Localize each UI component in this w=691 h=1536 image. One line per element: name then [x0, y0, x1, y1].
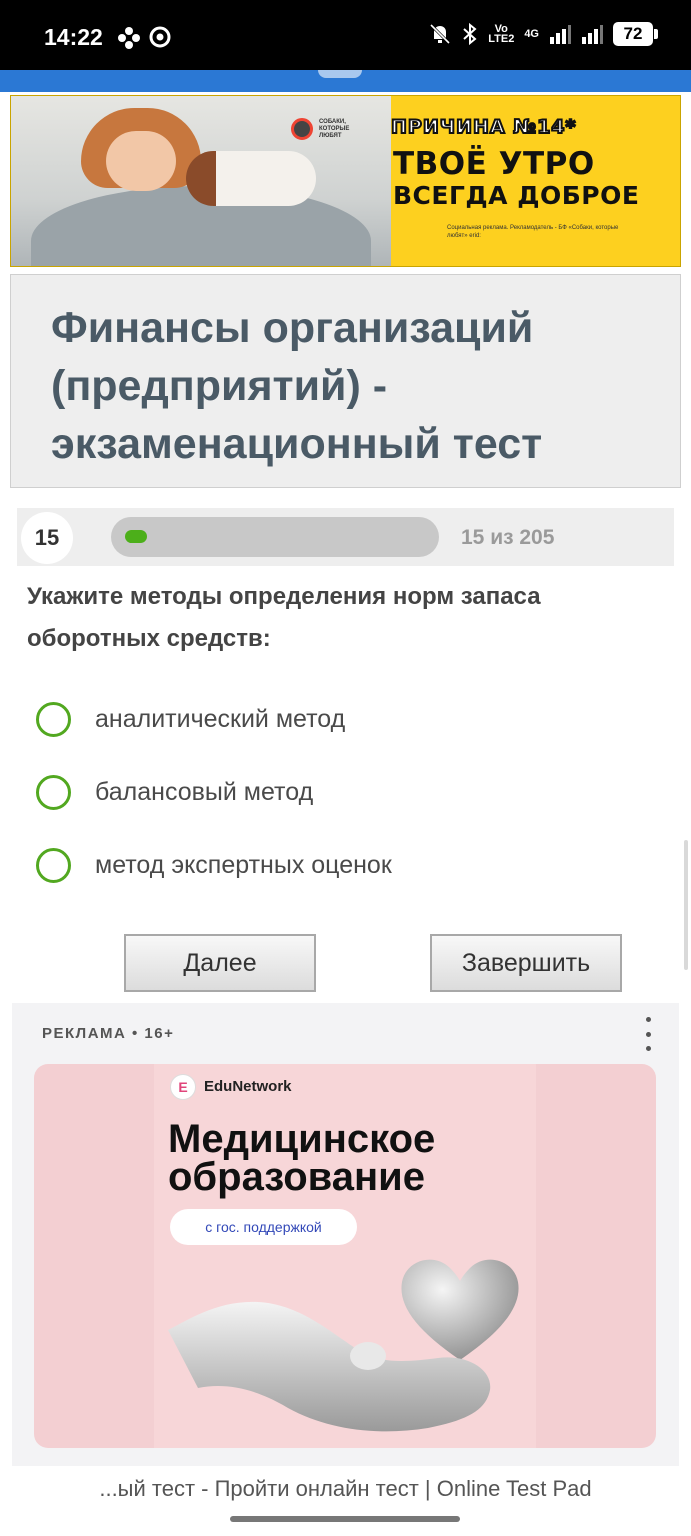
option-label: метод экспертных оценок: [95, 851, 392, 879]
progress-bar-fill: [125, 530, 147, 543]
progress-bar: [111, 517, 439, 557]
url-text: ...ый тест - Пройти онлайн тест | Online…: [99, 1476, 592, 1501]
network-type: 4G: [524, 27, 539, 40]
game-controller-icon: [118, 27, 140, 49]
radio-button[interactable]: [36, 848, 71, 883]
answer-option-2[interactable]: балансовый метод: [36, 775, 313, 810]
banner-brand-logo-icon: [291, 118, 313, 140]
dog-image: [186, 151, 316, 206]
status-app-icons: [117, 26, 171, 50]
next-button[interactable]: Далее: [124, 934, 316, 992]
top-banner-ad[interactable]: СОБАКИ, КОТОРЫЕ ЛЮБЯТ ПРИЧИНА №14* ТВОЁ …: [10, 95, 681, 267]
chrome-icon: [149, 26, 171, 48]
ad-card[interactable]: E EduNetwork Медицинское образование с г…: [34, 1064, 656, 1448]
ad-brand-name: EduNetwork: [204, 1078, 292, 1095]
ad-menu-icon[interactable]: [642, 1017, 654, 1051]
hand-icon: [168, 1301, 491, 1432]
radio-button[interactable]: [36, 775, 71, 810]
status-bar: 14:22 Vo LTE2 4G 72: [0, 0, 691, 70]
radio-button[interactable]: [36, 702, 71, 737]
banner-brand: СОБАКИ, КОТОРЫЕ ЛЮБЯТ: [291, 118, 363, 140]
finish-button[interactable]: Завершить: [430, 934, 622, 992]
question-text: Укажите методы определения норм запаса о…: [27, 583, 541, 652]
signal-icon-2: [582, 25, 603, 44]
status-right-icons: Vo LTE2 4G 72: [428, 22, 658, 46]
title-card: Финансы организаций (предприятий) - экза…: [10, 274, 681, 488]
answer-option-3[interactable]: метод экспертных оценок: [36, 848, 392, 883]
banner-headline: ТВОЁ УТРО ВСЕГДА ДОБРОЕ: [393, 146, 640, 210]
ad-label: РЕКЛАМА • 16+: [42, 1025, 175, 1042]
option-label: аналитический метод: [95, 705, 346, 733]
ad-headline: Медицинское образование: [168, 1117, 436, 1199]
mute-bell-icon: [430, 23, 451, 45]
question-number-badge: 15: [21, 512, 73, 564]
edunetwork-logo-icon: E: [170, 1074, 196, 1100]
status-time: 14:22: [44, 24, 103, 50]
option-label: балансовый метод: [95, 778, 314, 806]
progress-text: 15 из 205: [461, 526, 555, 549]
answer-option-1[interactable]: аналитический метод: [36, 702, 345, 737]
home-indicator[interactable]: [230, 1516, 460, 1522]
battery-indicator: 72: [613, 22, 658, 46]
ad-section: РЕКЛАМА • 16+ E EduNetwork Медицинское о…: [12, 1003, 679, 1466]
bluetooth-icon: [463, 22, 477, 46]
signal-icon-1: [550, 25, 571, 44]
volte-indicator: Vo LTE2: [488, 23, 515, 45]
page-title: Финансы организаций (предприятий) - экза…: [51, 304, 543, 468]
scrollbar[interactable]: [684, 840, 688, 970]
ad-pill: с гос. поддержкой: [170, 1209, 357, 1245]
site-logo-partial: [318, 70, 362, 78]
progress-row: 15 15 из 205: [17, 508, 674, 566]
banner-reason: ПРИЧИНА №14*: [390, 115, 577, 139]
bottom-url-bar[interactable]: ...ый тест - Пройти онлайн тест | Online…: [0, 1466, 691, 1536]
banner-disclaimer: Социальная реклама. Рекламодатель - БФ «…: [447, 225, 619, 239]
